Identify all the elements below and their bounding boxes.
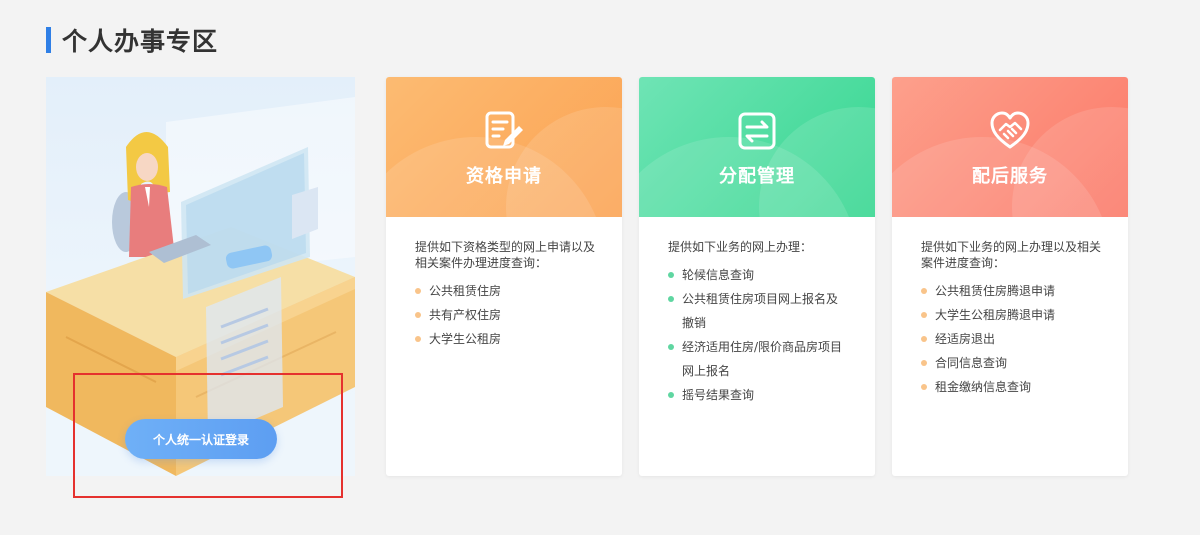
handshake-heart-icon	[990, 111, 1030, 149]
section-header: 个人办事专区	[46, 22, 218, 58]
list-item[interactable]: 大学生公租房	[415, 327, 596, 351]
card-title: 分配管理	[719, 166, 795, 187]
edit-document-icon	[485, 111, 523, 149]
card-title: 配后服务	[972, 166, 1048, 187]
card-allocation-management[interactable]: 分配管理 提供如下业务的网上办理： 轮候信息查询 公共租赁住房项目网上报名及撤销…	[639, 77, 875, 476]
card-header: 配后服务	[892, 77, 1128, 217]
bullet-dot-icon	[668, 392, 674, 398]
card-description: 提供如下资格类型的网上申请以及相关案件办理进度查询：	[415, 240, 596, 270]
office-illustration	[46, 97, 355, 476]
service-list: 公共租赁住房腾退申请 大学生公租房腾退申请 经适房退出 合同信息查询 租金缴纳信…	[921, 279, 1102, 399]
list-item[interactable]: 共有产权住房	[415, 303, 596, 327]
section-title: 个人办事专区	[62, 27, 219, 56]
service-list: 公共租赁住房 共有产权住房 大学生公租房	[415, 279, 596, 351]
card-header: 分配管理	[639, 77, 875, 217]
card-post-allocation-service[interactable]: 配后服务 提供如下业务的网上办理以及相关案件进度查询： 公共租赁住房腾退申请 大…	[892, 77, 1128, 476]
bullet-dot-icon	[921, 360, 927, 366]
list-item[interactable]: 摇号结果查询	[668, 383, 849, 407]
list-item[interactable]: 公共租赁住房	[415, 279, 596, 303]
bullet-dot-icon	[668, 296, 674, 302]
card-description: 提供如下业务的网上办理：	[668, 240, 813, 254]
bullet-dot-icon	[921, 288, 927, 294]
list-item[interactable]: 公共租赁住房腾退申请	[921, 279, 1102, 303]
bullet-dot-icon	[415, 312, 421, 318]
list-item[interactable]: 租金缴纳信息查询	[921, 375, 1102, 399]
card-title: 资格申请	[466, 166, 542, 187]
card-description: 提供如下业务的网上办理以及相关案件进度查询：	[921, 240, 1102, 270]
bullet-dot-icon	[415, 288, 421, 294]
list-item[interactable]: 经济适用住房/限价商品房项目网上报名	[668, 335, 849, 383]
bullet-dot-icon	[668, 344, 674, 350]
card-qualification-application[interactable]: 资格申请 提供如下资格类型的网上申请以及相关案件办理进度查询： 公共租赁住房 共…	[386, 77, 622, 476]
list-item[interactable]: 公共租赁住房项目网上报名及撤销	[668, 287, 849, 335]
bullet-dot-icon	[668, 272, 674, 278]
service-list: 轮候信息查询 公共租赁住房项目网上报名及撤销 经济适用住房/限价商品房项目网上报…	[668, 263, 849, 407]
bullet-dot-icon	[415, 336, 421, 342]
exchange-arrows-icon	[738, 112, 776, 150]
list-item[interactable]: 轮候信息查询	[668, 263, 849, 287]
list-item[interactable]: 经适房退出	[921, 327, 1102, 351]
card-body: 提供如下业务的网上办理以及相关案件进度查询： 公共租赁住房腾退申请 大学生公租房…	[892, 217, 1128, 399]
list-item[interactable]: 合同信息查询	[921, 351, 1102, 375]
card-body: 提供如下资格类型的网上申请以及相关案件办理进度查询： 公共租赁住房 共有产权住房…	[386, 217, 622, 351]
card-body: 提供如下业务的网上办理： 轮候信息查询 公共租赁住房项目网上报名及撤销 经济适用…	[639, 217, 875, 407]
bullet-dot-icon	[921, 312, 927, 318]
promo-illustration-panel: 个人统一认证登录	[46, 77, 355, 476]
card-header: 资格申请	[386, 77, 622, 217]
list-item[interactable]: 大学生公租房腾退申请	[921, 303, 1102, 327]
personal-login-button[interactable]: 个人统一认证登录	[125, 419, 277, 459]
bullet-dot-icon	[921, 336, 927, 342]
bullet-dot-icon	[921, 384, 927, 390]
title-accent-bar	[46, 27, 51, 53]
